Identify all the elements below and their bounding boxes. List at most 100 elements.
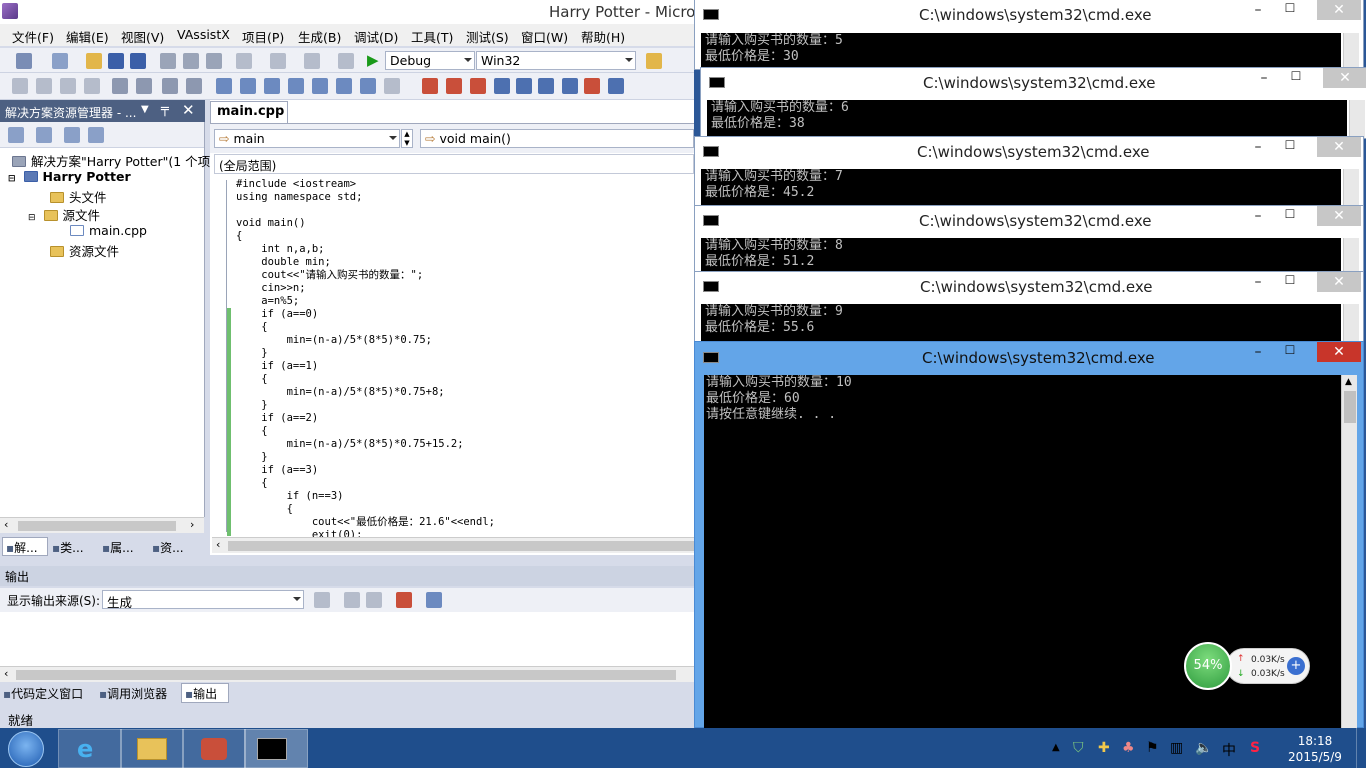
menu-window[interactable]: 窗口(W) [521,27,568,46]
close-icon[interactable]: ✕ [1317,0,1361,20]
cmd-title-bar[interactable]: C:\windows\system32\cmd.exe – ☐ ✕ [695,137,1363,167]
cmd-console[interactable]: 请输入购买书的数量：9 最低价格是：55.6 [701,304,1341,344]
vertical-scrollbar[interactable] [1343,238,1359,272]
refresh-icon[interactable] [64,127,80,143]
paste-icon[interactable] [206,53,222,69]
close-icon[interactable]: ✕ [1323,68,1366,88]
cmd-title-bar[interactable]: C:\windows\system32\cmd.exe – ☐ ✕ [695,206,1363,236]
cmd-window[interactable]: C:\windows\system32\cmd.exe – ☐ ✕ 请输入购买书的数… [694,205,1364,273]
maximize-icon[interactable]: ☐ [1280,69,1312,87]
volume-icon[interactable]: 🔈 [1195,740,1212,756]
tab-output[interactable]: ▪输出 [181,683,229,703]
new-project-icon[interactable] [16,53,32,69]
start-button[interactable] [8,731,44,767]
vax-icon[interactable] [538,78,554,94]
indent-icon[interactable] [112,78,128,94]
close-icon[interactable]: ✕ [1317,206,1361,226]
spellcheck-icon[interactable] [584,78,600,94]
bookmark-prev-icon[interactable] [240,78,256,94]
cmd-window[interactable]: C:\windows\system32\cmd.exe – ☐ ✕ 请输入购买书的数… [700,67,1366,139]
vax-icon[interactable] [470,78,486,94]
tree-item-main-cpp[interactable]: main.cpp [70,223,147,238]
network-speed-widget[interactable]: ↑ 0.03K/s ↓ 0.03K/s + [1226,648,1310,684]
minimize-icon[interactable]: – [1242,139,1274,157]
start-debug-icon[interactable]: ▶ [367,51,379,69]
menu-project[interactable]: 项目(P) [242,27,284,46]
toolbar-icon[interactable] [312,78,328,94]
redo-icon[interactable] [270,53,286,69]
uncomment-icon[interactable] [186,78,202,94]
add-item-icon[interactable] [52,53,68,69]
toolbar-icon[interactable] [36,78,52,94]
network-icon[interactable]: ▥ [1170,740,1183,756]
cut-icon[interactable] [160,53,176,69]
horizontal-scrollbar[interactable]: ‹ › [0,517,204,533]
tab-main-cpp[interactable]: main.cpp [210,101,288,123]
cmd-window[interactable]: C:\windows\system32\cmd.exe – ☐ ✕ 请输入购买书的数… [694,0,1364,73]
cmd-title-bar[interactable]: C:\windows\system32\cmd.exe – ☐ ✕ [701,68,1366,98]
cmd-console[interactable]: 请输入购买书的数量：8 最低价格是：51.2 [701,238,1341,272]
save-all-icon[interactable] [130,53,146,69]
maximize-icon[interactable]: ☐ [1274,273,1306,291]
scroll-thumb[interactable] [16,670,676,680]
tab-resources[interactable]: ▪资... [152,539,184,556]
navigate-forward-icon[interactable] [338,53,354,69]
menu-view[interactable]: 视图(V) [121,27,164,46]
find-in-files-icon[interactable] [646,53,662,69]
close-icon[interactable]: ✕ [182,101,195,119]
tree-item-project[interactable]: ⊟ Harry Potter [8,169,131,184]
collapse-icon[interactable]: ⊟ [8,174,16,184]
flag-icon[interactable]: ⚑ [1146,740,1159,756]
scroll-right-icon[interactable]: › [190,518,194,531]
open-icon[interactable] [86,53,102,69]
source-code[interactable]: #include <iostream> using namespace std;… [236,178,495,542]
vax-icon[interactable] [494,78,510,94]
properties-icon[interactable] [8,127,24,143]
tab-code-definition[interactable]: ▪代码定义窗口 [3,685,83,702]
cmd-console[interactable]: 请输入购买书的数量：6 最低价格是：38 [707,100,1347,138]
vax-icon[interactable] [422,78,438,94]
cmd-title-bar[interactable]: C:\windows\system32\cmd.exe – ☐ ✕ [695,342,1363,372]
menu-edit[interactable]: 编辑(E) [66,27,109,46]
menu-test[interactable]: 测试(S) [466,27,509,46]
scope-combo[interactable]: ⇨ main [214,129,400,148]
app-tray-icon[interactable]: ♣ [1122,740,1135,756]
class-diagram-icon[interactable] [88,127,104,143]
tab-call-browser[interactable]: ▪调用浏览器 [99,685,167,702]
prev-message-icon[interactable] [344,592,360,608]
output-hscrollbar[interactable]: ‹ [0,666,694,682]
tab-class[interactable]: ▪类... [52,539,84,556]
function-combo[interactable]: ⇨ void main() [420,129,694,148]
menu-tools[interactable]: 工具(T) [411,27,453,46]
scroll-left-icon[interactable]: ‹ [216,538,220,551]
scroll-thumb[interactable] [228,541,694,551]
menu-file[interactable]: 文件(F) [12,27,54,46]
sogou-icon[interactable]: S [1250,740,1260,756]
vertical-scrollbar[interactable]: ▲ [1341,375,1357,729]
clock[interactable]: 18:18 2015/5/9 [1285,733,1345,765]
menu-help[interactable]: 帮助(H) [581,27,625,46]
toolbar-icon[interactable] [384,78,400,94]
save-icon[interactable] [108,53,124,69]
vertical-scrollbar[interactable] [1343,33,1359,70]
goto-icon[interactable] [314,592,330,608]
security-shield-icon[interactable]: ⛉ [1073,740,1084,756]
toolbar-icon[interactable] [60,78,76,94]
toolbar-icon[interactable] [336,78,352,94]
cmd-title-bar[interactable]: C:\windows\system32\cmd.exe – ☐ ✕ [695,0,1363,30]
navigate-back-icon[interactable] [304,53,320,69]
clear-all-icon[interactable] [396,592,412,608]
vertical-scrollbar[interactable] [1343,304,1359,344]
cmd-title-bar[interactable]: C:\windows\system32\cmd.exe – ☐ ✕ [695,272,1363,302]
bookmark-icon[interactable] [216,78,232,94]
vertical-scrollbar[interactable] [1349,100,1365,138]
accelerate-icon[interactable]: + [1287,657,1305,675]
scroll-thumb[interactable] [18,521,176,531]
menu-debug[interactable]: 调试(D) [354,27,398,46]
output-text-area[interactable] [0,612,694,666]
tree-item-solution[interactable]: 解决方案"Harry Potter"(1 个项目 [12,151,223,170]
show-all-files-icon[interactable] [36,127,52,143]
next-message-icon[interactable] [366,592,382,608]
show-hidden-icons[interactable]: ▲ [1052,742,1060,753]
cmd-window[interactable]: C:\windows\system32\cmd.exe – ☐ ✕ 请输入购买书的数… [694,271,1364,345]
